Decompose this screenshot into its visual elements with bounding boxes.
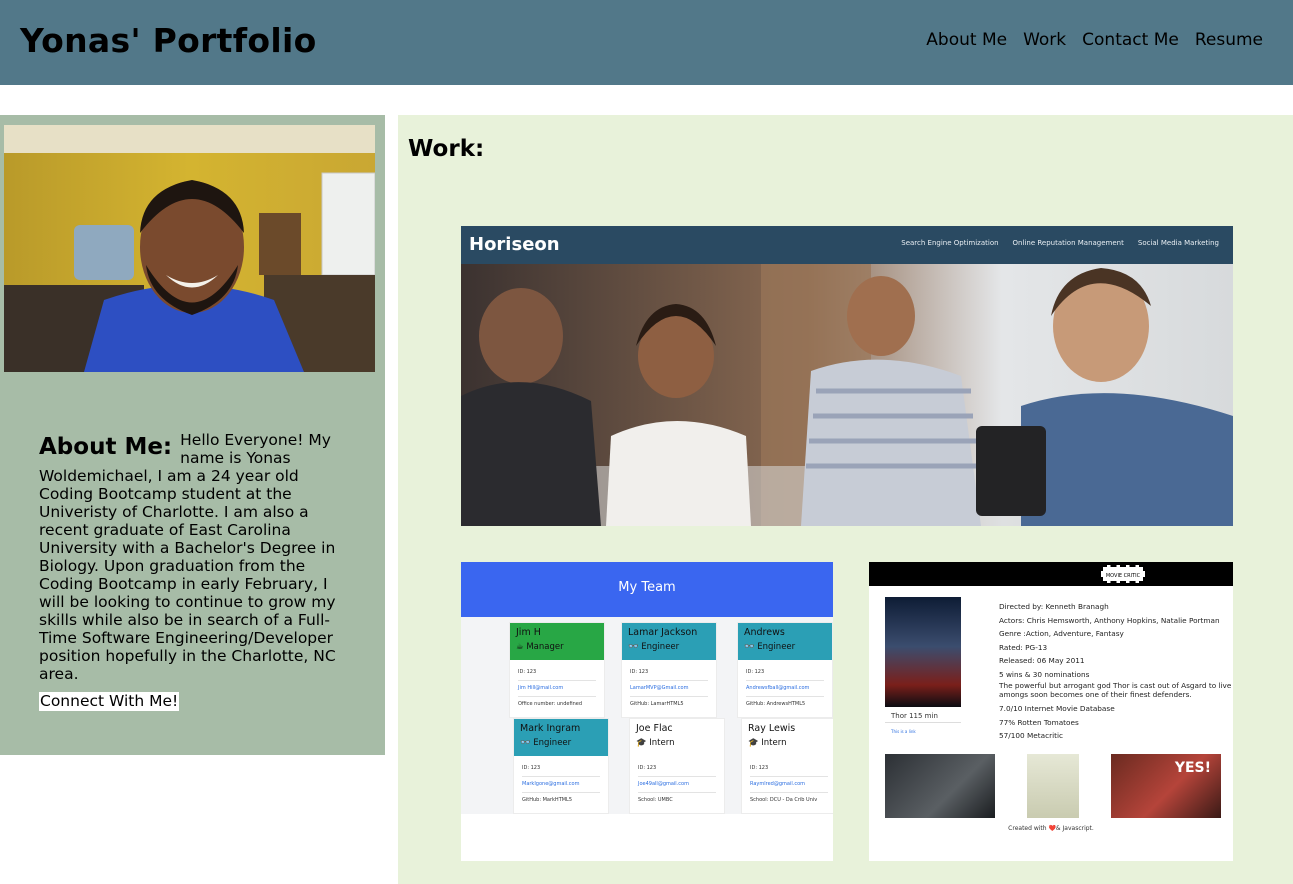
horiseon-header: Horiseon Search Engine Optimization Onli… [461, 226, 1233, 264]
movie-rating-rt: 77% Rotten Tomatoes [999, 717, 1079, 727]
team-card-name: Ray Lewis [748, 723, 796, 734]
team-card-role: 🎓 Intern [636, 738, 675, 748]
team-card: Andrews 👓 Engineer ID: 123 Andrewsfball@… [737, 622, 833, 718]
about-title: About Me: [39, 434, 173, 460]
nav-work[interactable]: Work [1023, 30, 1066, 50]
movie-link: This is a link [891, 729, 916, 734]
movie-rating-mc: 57/100 Metacritic [999, 731, 1064, 740]
project-horiseon[interactable]: Horiseon Search Engine Optimization Onli… [461, 226, 1233, 526]
team-card-id: ID: 123 [522, 761, 600, 777]
team-card-id: ID: 123 [518, 665, 596, 681]
team-card-name: Joe Flac [636, 723, 673, 734]
movie-gif-2 [1027, 754, 1079, 818]
team-card-name: Lamar Jackson [628, 627, 698, 638]
team-card-email: Joe49all@gmail.com [638, 777, 716, 793]
team-card-email: LamarMVP@Gmail.com [630, 681, 708, 697]
about-section: About Me: Hello Everyone! My name is Yon… [0, 115, 385, 755]
movie-awards: 5 wins & 30 nominations [999, 669, 1090, 679]
movie-genre: Genre :Action, Adventure, Fantasy [999, 629, 1124, 638]
site-header: Yonas' Portfolio About Me Work Contact M… [0, 0, 1293, 85]
team-card-id: ID: 123 [638, 761, 716, 777]
movie-director: Directed by: Kenneth Branagh [999, 602, 1109, 611]
work-title: Work: [408, 136, 485, 162]
movie-credit: Created with ❤️& Javascript. [1008, 825, 1094, 832]
movie-rated: Rated: PG-13 [999, 642, 1048, 652]
team-card-email: Jim Hill@mail.com [518, 681, 596, 697]
team-card-role: 👓 Engineer [628, 642, 680, 652]
project-team-profile[interactable]: My Team Jim H ☕ Manager ID: 123 Jim Hill… [461, 562, 833, 861]
site-title: Yonas' Portfolio [20, 21, 317, 60]
team-card-extra: School: UMBC [638, 797, 673, 803]
project-movie-critic[interactable]: MOVIE CRITIC Thor 115 min This is a link… [869, 562, 1233, 861]
movie-actors: Actors: Chris Hemsworth, Anthony Hopkins… [999, 615, 1220, 625]
team-card-role: 👓 Engineer [744, 642, 796, 652]
movie-released: Released: 06 May 2011 [999, 656, 1085, 665]
horiseon-logo: Horiseon [469, 234, 560, 255]
movie-gif-3: YES! [1111, 754, 1221, 818]
team-card-email: MarkIgone@gmail.com [522, 777, 600, 793]
profile-photo [4, 125, 375, 372]
team-card-extra: School: DCU - Da Crib Univ [750, 797, 818, 803]
team-card-name: Andrews [744, 627, 785, 638]
team-title: My Team [461, 562, 833, 617]
team-card-extra: GitHub: AndrewsHTML5 [746, 701, 806, 707]
horiseon-link-smm: Social Media Marketing [1137, 239, 1219, 247]
team-card-id: ID: 123 [750, 761, 828, 777]
work-section: Work: Horiseon Search Engine Optimizatio… [398, 115, 1293, 884]
movie-details: Directed by: Kenneth Branagh Actors: Chr… [999, 600, 1233, 743]
nav-contact-me[interactable]: Contact Me [1082, 30, 1179, 50]
about-description: Hello Everyone! My name is Yonas Woldemi… [39, 431, 336, 683]
team-card: Jim H ☕ Manager ID: 123 Jim Hill@mail.co… [509, 622, 605, 718]
nav-resume[interactable]: Resume [1195, 30, 1263, 50]
about-text-block: About Me: Hello Everyone! My name is Yon… [39, 431, 349, 683]
team-card-role: ☕ Manager [516, 642, 564, 652]
main-nav: About Me Work Contact Me Resume [926, 30, 1263, 50]
team-card: Joe Flac 🎓 Intern ID: 123 Joe49all@gmail… [629, 718, 725, 814]
movie-gif-1 [885, 754, 995, 818]
team-card: Mark Ingram 👓 Engineer ID: 123 MarkIgone… [513, 718, 609, 814]
connect-link[interactable]: Connect With Me! [39, 692, 180, 711]
team-card: Lamar Jackson 👓 Engineer ID: 123 LamarMV… [621, 622, 717, 718]
movie-header: MOVIE CRITIC [869, 562, 1233, 586]
team-card-extra: GitHub: LamarHTML5 [630, 701, 684, 707]
team-card-id: ID: 123 [630, 665, 708, 681]
movie-plot: The powerful but arrogant god Thor is ca… [999, 681, 1232, 699]
team-card-email: Raymlred@gmail.com [750, 777, 828, 793]
movie-poster [885, 597, 961, 707]
team-card-id: ID: 123 [746, 665, 824, 681]
team-card: Ray Lewis 🎓 Intern ID: 123 Raymlred@gmai… [741, 718, 833, 814]
team-card-role: 🎓 Intern [748, 738, 787, 748]
team-card-name: Mark Ingram [520, 723, 581, 734]
nav-about-me[interactable]: About Me [926, 30, 1007, 50]
team-card-name: Jim H [516, 627, 541, 638]
horiseon-nav: Search Engine Optimization Online Reputa… [901, 239, 1219, 247]
movie-gif-yes-text: YES! [1174, 760, 1211, 776]
team-card-role: 👓 Engineer [520, 738, 572, 748]
movie-caption: Thor 115 min [885, 710, 961, 723]
horiseon-link-seo: Search Engine Optimization [901, 239, 999, 247]
team-card-extra: GitHub: MarkHTML5 [522, 797, 573, 803]
team-card-extra: Office number: undefined [518, 701, 583, 707]
movie-logo: MOVIE CRITIC [1101, 565, 1145, 583]
movie-rating-imdb: 7.0/10 Internet Movie Database [999, 704, 1115, 713]
team-card-email: Andrewsfball@gmail.com [746, 681, 824, 697]
horiseon-link-orm: Online Reputation Management [1012, 239, 1124, 247]
